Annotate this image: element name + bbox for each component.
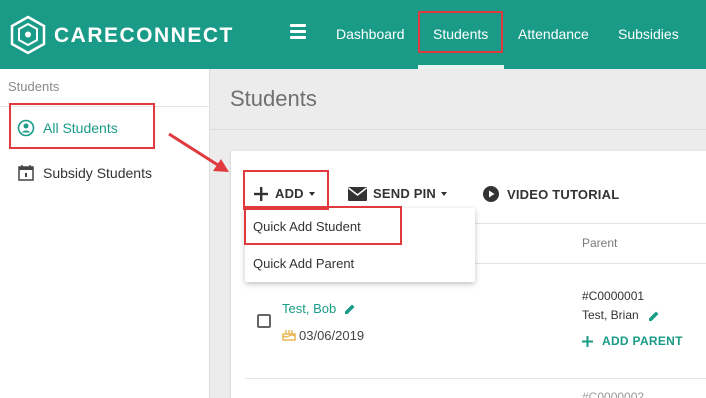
calendar-icon <box>18 165 34 181</box>
sidebar-item-label: Subsidy Students <box>43 165 152 181</box>
column-header-parent: Parent <box>582 236 618 250</box>
nav-attendance[interactable]: Attendance <box>518 26 589 42</box>
brand-name[interactable]: CARECONNECT <box>54 24 234 48</box>
plus-icon <box>582 335 593 347</box>
highlight-box <box>244 206 402 245</box>
video-tutorial-label: VIDEO TUTORIAL <box>507 186 620 202</box>
student-name-link[interactable]: Test, Bob <box>282 301 336 316</box>
parent-id: #C0000001 <box>582 289 645 303</box>
active-nav-indicator <box>418 65 504 69</box>
page-title: Students <box>230 86 317 111</box>
edit-student-pencil-icon[interactable] <box>344 303 356 315</box>
edit-parent-pencil-icon[interactable] <box>648 310 660 322</box>
video-tutorial-button[interactable]: VIDEO TUTORIAL <box>483 186 619 202</box>
student-birthday: 03/06/2019 <box>299 328 365 343</box>
nav-subsidies[interactable]: Subsidies <box>618 26 679 42</box>
add-parent-label: ADD PARENT <box>602 334 683 348</box>
play-circle-icon <box>483 186 499 202</box>
table-row-divider <box>245 378 706 379</box>
sidebar-title: Students <box>8 79 60 94</box>
careconnect-logo-icon[interactable] <box>8 15 48 55</box>
highlight-box <box>9 103 155 149</box>
add-parent-button[interactable]: ADD PARENT <box>582 334 683 348</box>
send-pin-button[interactable]: SEND PIN <box>348 186 448 201</box>
birthday-cake-icon <box>282 330 296 341</box>
menu-item-quick-add-parent[interactable]: Quick Add Parent <box>253 256 354 271</box>
highlight-box <box>418 11 503 53</box>
send-pin-label: SEND PIN <box>373 186 437 201</box>
parent-name: Test, Brian <box>582 308 639 322</box>
sidebar-item-subsidy-students[interactable]: Subsidy Students <box>17 164 152 182</box>
annotation-arrow-icon <box>168 132 229 172</box>
row-checkbox[interactable] <box>257 314 271 328</box>
nav-dashboard[interactable]: Dashboard <box>336 26 405 42</box>
hamburger-icon[interactable] <box>290 24 306 39</box>
highlight-box <box>243 170 329 210</box>
envelope-icon <box>348 186 367 201</box>
caret-down-icon <box>441 191 448 196</box>
title-divider <box>210 129 706 130</box>
parent-id: #C0000002 <box>582 390 645 398</box>
